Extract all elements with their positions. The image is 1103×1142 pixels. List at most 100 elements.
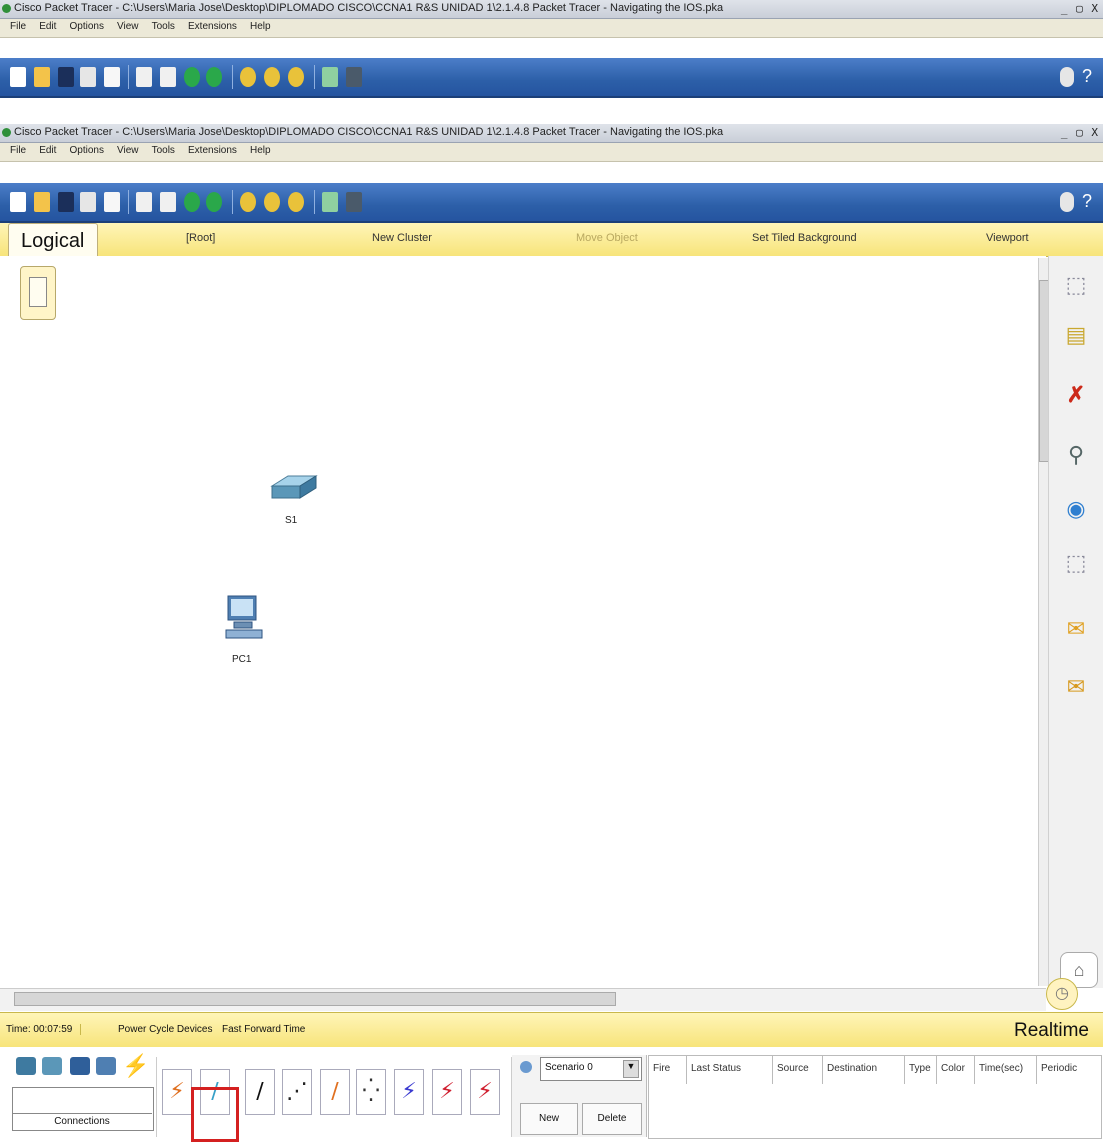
navigation-panel-icon[interactable] <box>20 266 56 320</box>
app-icon <box>2 128 11 137</box>
custom-devices-icon[interactable] <box>346 192 362 212</box>
activity-wizard-icon[interactable] <box>104 67 120 87</box>
delete-icon[interactable]: ✗ <box>1061 378 1091 412</box>
delete-scenario-button[interactable]: Delete <box>582 1103 642 1135</box>
menu-edit[interactable]: Edit <box>39 21 56 32</box>
serial-dce-icon[interactable]: ⚡ <box>432 1069 462 1115</box>
palette-icon[interactable] <box>322 192 338 212</box>
hubs-category-icon[interactable] <box>70 1057 90 1075</box>
save-icon[interactable] <box>58 67 74 87</box>
menu-extensions[interactable]: Extensions <box>188 145 237 156</box>
bottom-panel: ⚡ Connections ⚡ ∕ ∕ ⋰ ∕ ⁛ ⚡ ⚡ ⚡ Scenario… <box>0 1047 1103 1142</box>
crossover-cable-icon[interactable]: ⋰ <box>282 1069 312 1115</box>
network-info-icon[interactable] <box>1060 67 1074 87</box>
new-file-icon[interactable] <box>10 67 26 87</box>
straight-through-cable-icon[interactable]: ∕ <box>245 1069 275 1115</box>
copy-icon[interactable] <box>136 67 152 87</box>
resize-shape-icon[interactable]: ⬚ <box>1061 546 1091 580</box>
copy-icon[interactable] <box>136 192 152 212</box>
zoom-reset-icon[interactable] <box>264 192 280 212</box>
menu-help[interactable]: Help <box>250 21 271 32</box>
realtime-label[interactable]: Realtime <box>1014 1020 1089 1042</box>
connections-category-icon[interactable]: ⚡ <box>122 1053 149 1079</box>
menu-view[interactable]: View <box>117 145 139 156</box>
main-toolbar: ? <box>0 58 1103 98</box>
pdu-col-fire: Fire <box>649 1056 687 1084</box>
scenario-info-icon[interactable] <box>520 1061 532 1073</box>
switches-category-icon[interactable] <box>42 1057 62 1075</box>
new-file-icon[interactable] <box>10 192 26 212</box>
zoom-out-icon[interactable] <box>288 192 304 212</box>
draw-shape-icon[interactable]: ◉ <box>1061 492 1091 526</box>
menu-options[interactable]: Options <box>69 145 103 156</box>
paste-icon[interactable] <box>160 192 176 212</box>
menu-tools[interactable]: Tools <box>152 21 175 32</box>
menu-file[interactable]: File <box>10 21 26 32</box>
window-controls[interactable]: _ ▢ X <box>1061 126 1099 139</box>
menu-options[interactable]: Options <box>69 21 103 32</box>
inspect-icon[interactable]: ⚲ <box>1061 438 1091 472</box>
zoom-in-icon[interactable] <box>240 192 256 212</box>
menu-file[interactable]: File <box>10 145 26 156</box>
viewport-button[interactable]: Viewport <box>986 232 1029 244</box>
palette-icon[interactable] <box>322 67 338 87</box>
fiber-cable-icon[interactable]: ∕ <box>320 1069 350 1115</box>
horizontal-scroll-thumb[interactable] <box>14 992 616 1006</box>
pc-icon[interactable] <box>222 592 266 648</box>
zoom-in-icon[interactable] <box>240 67 256 87</box>
menu-view[interactable]: View <box>117 21 139 32</box>
menu-extensions[interactable]: Extensions <box>188 21 237 32</box>
scenario-select[interactable]: Scenario 0 ▼ <box>540 1057 642 1081</box>
redo-icon[interactable] <box>206 67 222 87</box>
pdu-col-time: Time(sec) <box>975 1056 1037 1084</box>
automatic-connection-icon[interactable]: ⚡ <box>162 1069 192 1115</box>
logical-tab[interactable]: Logical <box>8 223 98 260</box>
open-folder-icon[interactable] <box>34 67 50 87</box>
undo-icon[interactable] <box>184 67 200 87</box>
add-simple-pdu-icon[interactable]: ✉ <box>1061 612 1091 646</box>
add-complex-pdu-icon[interactable]: ✉ <box>1061 670 1091 704</box>
new-scenario-button[interactable]: New <box>520 1103 578 1135</box>
new-cluster-button[interactable]: New Cluster <box>372 232 432 244</box>
open-folder-icon[interactable] <box>34 192 50 212</box>
select-icon[interactable]: ⬚ <box>1061 268 1091 302</box>
zoom-reset-icon[interactable] <box>264 67 280 87</box>
selected-connection-highlight <box>191 1087 239 1142</box>
pdu-list[interactable]: Fire Last Status Source Destination Type… <box>648 1055 1102 1139</box>
serial-dte-icon[interactable]: ⚡ <box>470 1069 500 1115</box>
coaxial-cable-icon[interactable]: ⚡ <box>394 1069 424 1115</box>
move-object-button: Move Object <box>576 232 638 244</box>
switch-label: S1 <box>285 515 298 526</box>
print-icon[interactable] <box>80 192 96 212</box>
print-icon[interactable] <box>80 67 96 87</box>
window-title: Cisco Packet Tracer - C:\Users\Maria Jos… <box>14 126 724 138</box>
menu-help[interactable]: Help <box>250 145 271 156</box>
fast-forward-button[interactable]: Fast Forward Time <box>222 1024 305 1035</box>
pdu-col-last-status: Last Status <box>687 1056 773 1084</box>
undo-icon[interactable] <box>184 192 200 212</box>
workspace-bar: Logical [Root] New Cluster Move Object S… <box>0 223 1103 260</box>
realtime-mode-icon[interactable]: ◷ <box>1046 978 1078 1010</box>
note-icon[interactable]: ▤ <box>1061 318 1091 352</box>
phone-cable-icon[interactable]: ⁛ <box>356 1069 386 1115</box>
menu-edit[interactable]: Edit <box>39 145 56 156</box>
paste-icon[interactable] <box>160 67 176 87</box>
activity-wizard-icon[interactable] <box>104 192 120 212</box>
redo-icon[interactable] <box>206 192 222 212</box>
switch-icon[interactable] <box>268 472 320 508</box>
logical-workspace[interactable]: S1 PC1 <box>0 256 1046 988</box>
custom-devices-icon[interactable] <box>346 67 362 87</box>
root-button[interactable]: [Root] <box>186 232 215 244</box>
zoom-out-icon[interactable] <box>288 67 304 87</box>
window-controls[interactable]: _ ▢ X <box>1061 2 1099 15</box>
wireless-category-icon[interactable] <box>96 1057 116 1075</box>
chevron-down-icon[interactable]: ▼ <box>623 1060 639 1078</box>
power-cycle-button[interactable]: Power Cycle Devices <box>118 1024 212 1035</box>
help-icon[interactable]: ? <box>1082 66 1092 87</box>
help-icon[interactable]: ? <box>1082 191 1092 212</box>
save-icon[interactable] <box>58 192 74 212</box>
set-tiled-background-button[interactable]: Set Tiled Background <box>752 232 857 244</box>
network-info-icon[interactable] <box>1060 192 1074 212</box>
routers-category-icon[interactable] <box>16 1057 36 1075</box>
menu-tools[interactable]: Tools <box>152 145 175 156</box>
